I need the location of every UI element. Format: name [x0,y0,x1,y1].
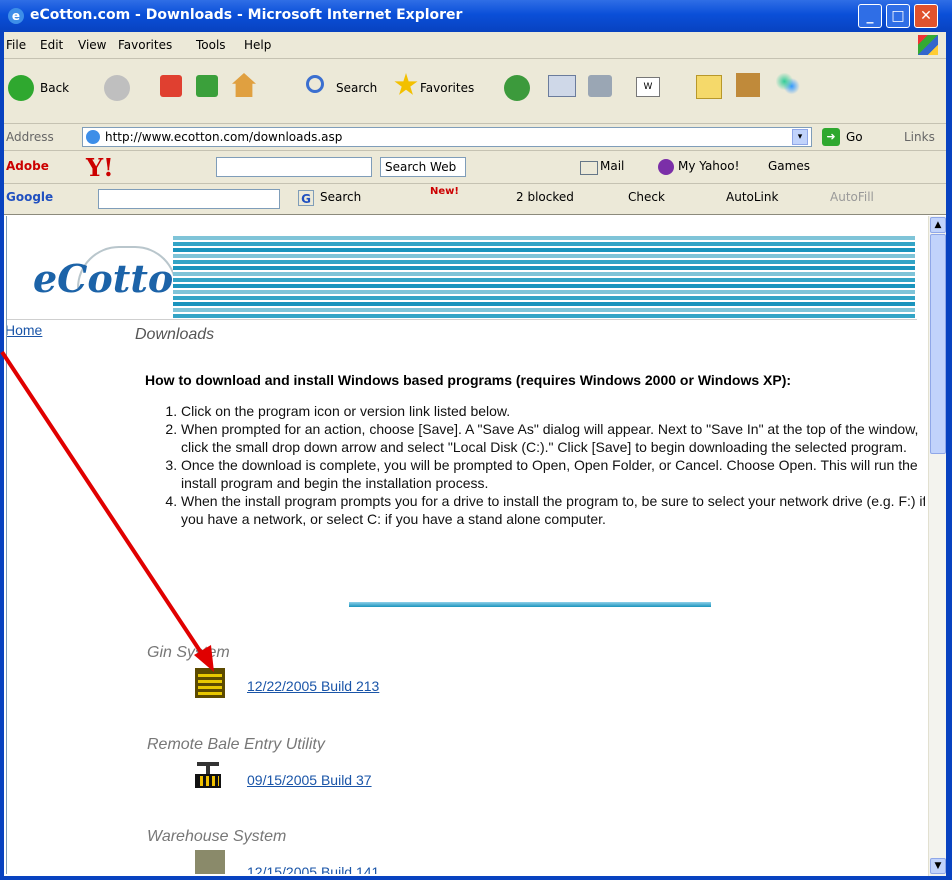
section-title-remote-bale: Remote Bale Entry Utility [147,736,325,753]
warehouse-download-link[interactable]: 12/15/2005 Build 141 [247,864,379,874]
gin-system-icon[interactable] [195,668,225,698]
ie-icon: e [8,8,24,24]
nav-divider [7,319,917,320]
google-logo[interactable]: Google [6,190,53,204]
discuss-icon[interactable] [696,75,722,99]
back-label[interactable]: Back [40,81,69,95]
search-label[interactable]: Search [336,81,377,95]
gin-system-download-link[interactable]: 12/22/2005 Build 213 [247,678,379,694]
address-bar: Address http://www.ecotton.com/downloads… [0,124,952,151]
research-icon[interactable] [736,73,760,97]
maximize-button[interactable]: □ [886,4,910,28]
favorites-icon[interactable] [394,73,418,95]
back-icon[interactable] [8,75,34,101]
scroll-up-icon[interactable]: ▲ [930,217,946,233]
instruction-step: When the install program prompts you for… [181,492,925,528]
remote-bale-icon[interactable] [193,760,223,790]
spell-check[interactable]: Check [628,190,665,204]
search-web-button[interactable]: Search Web [380,157,466,177]
messenger-icon[interactable] [776,73,800,97]
menu-view[interactable]: View [78,38,106,52]
home-icon[interactable] [232,73,256,97]
menu-file[interactable]: File [6,38,26,52]
section-divider [349,602,711,607]
print-icon[interactable] [588,75,612,97]
my-yahoo-icon [658,159,674,175]
instruction-step: When prompted for an action, choose [Sav… [181,420,925,456]
instruction-list: Click on the program icon or version lin… [161,402,925,528]
google-search-input[interactable] [98,189,280,209]
menu-edit[interactable]: Edit [40,38,63,52]
header-banner [173,236,915,320]
yahoo-logo[interactable]: Y! [86,153,114,182]
page-icon [86,130,100,144]
warehouse-icon[interactable] [195,850,225,874]
minimize-button[interactable]: _ [858,4,882,28]
new-badge: New! [430,186,459,197]
google-g-icon[interactable]: G [298,190,314,206]
vertical-scrollbar[interactable]: ▲ ▼ [928,216,947,876]
address-url[interactable]: http://www.ecotton.com/downloads.asp [105,130,342,144]
menu-help[interactable]: Help [244,38,271,52]
edit-word-icon[interactable]: W [636,77,660,97]
address-dropdown-icon[interactable]: ▾ [792,129,808,145]
history-icon[interactable] [504,75,530,101]
instruction-step: Click on the program icon or version lin… [181,402,925,420]
favorites-label[interactable]: Favorites [420,81,474,95]
window-frame-right [946,32,952,880]
window-frame-left [0,32,4,880]
section-title-gin: Gin System [147,644,230,661]
close-button[interactable]: ✕ [914,4,938,28]
stop-icon[interactable] [160,75,182,97]
google-toolbar: Google G Search New! 2 blocked Check Aut… [0,184,952,215]
page-title: Downloads [135,326,215,343]
popup-blocked[interactable]: 2 blocked [516,190,574,204]
title-bar: e eCotton.com - Downloads - Microsoft In… [0,0,952,32]
window-frame-bottom [0,876,952,880]
refresh-icon[interactable] [196,75,218,97]
address-label: Address [6,130,54,144]
yahoo-games[interactable]: Games [768,159,810,173]
go-button[interactable]: Go [846,130,863,144]
window-title: eCotton.com - Downloads - Microsoft Inte… [30,7,463,23]
forward-icon[interactable] [104,75,130,101]
autofill[interactable]: AutoFill [830,190,874,204]
menu-favorites[interactable]: Favorites [118,38,172,52]
instructions-title: How to download and install Windows base… [145,372,792,388]
section-title-warehouse: Warehouse System [147,828,287,845]
autolink[interactable]: AutoLink [726,190,778,204]
my-yahoo[interactable]: My Yahoo! [678,159,739,173]
search-icon[interactable] [306,75,324,93]
scrollbar-thumb[interactable] [930,234,946,454]
menu-tools[interactable]: Tools [196,38,226,52]
go-arrow-icon[interactable]: ➜ [822,128,840,146]
yahoo-search-input[interactable] [216,157,372,177]
instruction-step: Once the download is complete, you will … [181,456,925,492]
mail-icon[interactable] [548,75,576,97]
yahoo-toolbar: Adobe Y! Search Web Mail My Yahoo! Games [0,151,952,184]
mail-envelope-icon [580,161,598,175]
scroll-down-icon[interactable]: ▼ [930,858,946,874]
remote-bale-download-link[interactable]: 09/15/2005 Build 37 [247,772,372,788]
search-web-label[interactable]: Search Web [385,160,456,174]
home-link[interactable]: Home [7,322,42,338]
links-label[interactable]: Links [904,130,935,144]
address-input[interactable]: http://www.ecotton.com/downloads.asp [82,127,812,147]
google-search-button[interactable]: Search [320,190,361,204]
standard-toolbar: Back Search Favorites W [0,59,952,124]
menu-bar: File Edit View Favorites Tools Help [0,32,952,59]
windows-flag-icon [918,35,938,55]
browser-window: e eCotton.com - Downloads - Microsoft In… [0,0,952,880]
page-content: eCotton Home Downloads How to download a… [6,216,925,874]
yahoo-mail[interactable]: Mail [600,159,624,173]
adobe-menu[interactable]: Adobe [6,159,49,173]
